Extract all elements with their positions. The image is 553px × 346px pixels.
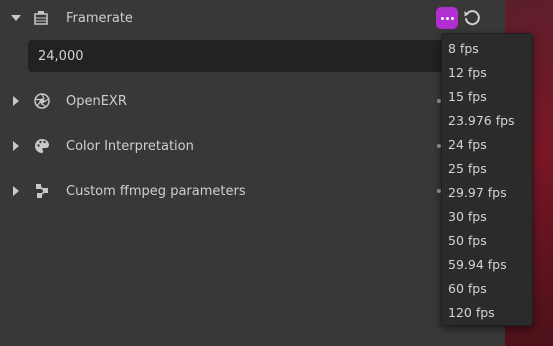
menu-item-30fps[interactable]: 30 fps: [448, 205, 487, 227]
more-dots-icon: [440, 16, 454, 20]
menu-item-12fps[interactable]: 12 fps: [448, 61, 487, 83]
menu-item-24fps[interactable]: 24 fps: [448, 133, 487, 155]
framerate-label: Framerate: [66, 10, 133, 26]
menu-item-60fps[interactable]: 60 fps: [448, 277, 487, 299]
section-color-interpretation[interactable]: Color Interpretation: [0, 128, 505, 164]
section-label: OpenEXR: [66, 93, 127, 109]
menu-item-120fps[interactable]: 120 fps: [448, 301, 495, 323]
expand-down-icon[interactable]: [10, 12, 22, 24]
section-openexr[interactable]: OpenEXR: [0, 83, 505, 119]
menu-item-23976fps[interactable]: 23.976 fps: [448, 109, 515, 131]
section-label: Color Interpretation: [66, 138, 194, 154]
framerate-row[interactable]: Framerate: [0, 0, 505, 36]
node-tree-icon: [33, 182, 51, 200]
presets-button[interactable]: [436, 7, 458, 29]
section-custom-ffmpeg[interactable]: Custom ffmpeg parameters: [0, 173, 505, 209]
menu-item-8fps[interactable]: 8 fps: [448, 37, 479, 59]
menu-item-50fps[interactable]: 50 fps: [448, 229, 487, 251]
reset-icon[interactable]: [462, 8, 482, 28]
film-icon: [33, 9, 51, 27]
framerate-value-field[interactable]: 24,000: [28, 40, 448, 72]
expand-right-icon[interactable]: [10, 140, 22, 152]
menu-item-15fps[interactable]: 15 fps: [448, 85, 487, 107]
palette-icon: [33, 137, 51, 155]
framerate-presets-menu: 8 fps 12 fps 15 fps 23.976 fps 24 fps 25…: [441, 33, 533, 326]
menu-item-5994fps[interactable]: 59.94 fps: [448, 253, 507, 275]
expand-right-icon[interactable]: [10, 95, 22, 107]
menu-item-25fps[interactable]: 25 fps: [448, 157, 487, 179]
properties-panel: Framerate 24,000 OpenEXR Color Interpret…: [0, 0, 505, 346]
aperture-icon: [33, 92, 51, 110]
expand-right-icon[interactable]: [10, 185, 22, 197]
menu-item-2997fps[interactable]: 29.97 fps: [448, 181, 507, 203]
framerate-value: 24,000: [38, 48, 84, 64]
section-label: Custom ffmpeg parameters: [66, 183, 246, 199]
